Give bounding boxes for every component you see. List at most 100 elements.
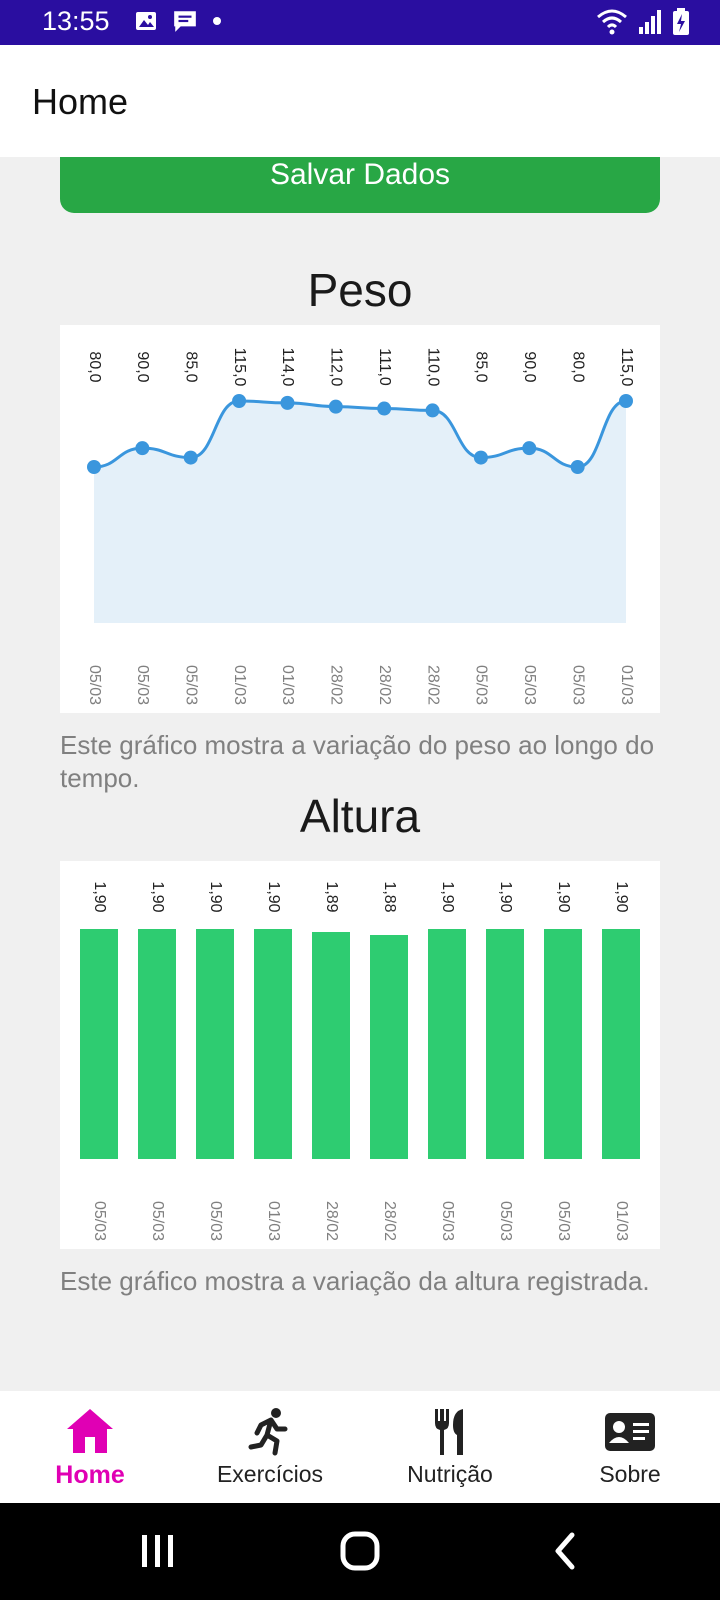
peso-data-point [473, 450, 488, 465]
peso-value-label: 112,0 [328, 348, 345, 387]
altura-x-tick-label: 28/02 [323, 1201, 340, 1241]
home-circle-icon[interactable] [340, 1531, 380, 1571]
peso-x-tick-label: 05/03 [182, 665, 199, 705]
nav-label-sobre: Sobre [599, 1461, 661, 1487]
home-icon [67, 1409, 113, 1453]
peso-chart-caption: Este gráfico mostra a variação do peso a… [60, 730, 655, 793]
nav-item-home[interactable]: Home [0, 1391, 180, 1503]
altura-bar [196, 929, 234, 1159]
peso-chart: 80,0 05/03 90,0 05/03 85,0 05/03 115,0 01/03 114… [86, 348, 635, 706]
recents-icon[interactable] [140, 1531, 176, 1571]
altura-bar [254, 929, 292, 1159]
status-time: 13:55 [42, 6, 110, 36]
peso-value-label: 90,0 [134, 351, 151, 382]
bottom-navigation: Home Exercícios Nutrição Sobre [0, 1391, 720, 1503]
peso-data-point [619, 394, 633, 408]
peso-value-label: 111,0 [376, 348, 393, 386]
peso-data-point [522, 441, 537, 456]
peso-value-label: 80,0 [569, 351, 586, 382]
peso-data-point [232, 394, 247, 408]
altura-value-label: 1,90 [149, 881, 166, 912]
wifi-icon [597, 9, 627, 35]
altura-x-tick-label: 05/03 [555, 1201, 572, 1241]
peso-x-tick-label: 05/03 [569, 665, 586, 705]
peso-x-tick-label: 05/03 [86, 665, 103, 705]
peso-data-point [425, 403, 440, 418]
peso-data-point [183, 450, 198, 465]
altura-value-label: 1,89 [323, 881, 340, 912]
peso-data-point [135, 441, 150, 456]
altura-bar [370, 935, 408, 1159]
image-icon [136, 12, 156, 30]
peso-data-point [87, 460, 101, 474]
page-title: Home [32, 81, 129, 122]
altura-x-tick-label: 05/03 [207, 1201, 224, 1241]
peso-x-tick-label: 05/03 [473, 665, 490, 705]
peso-x-tick-label: 01/03 [279, 665, 296, 705]
message-icon [174, 11, 196, 32]
altura-chart-title: Altura [299, 790, 421, 842]
peso-value-label: 85,0 [473, 351, 490, 382]
altura-bar [312, 932, 350, 1159]
peso-x-tick-label: 01/03 [618, 665, 635, 705]
altura-x-tick-label: 01/03 [265, 1201, 282, 1241]
peso-value-label: 80,0 [86, 351, 103, 382]
nav-item-sobre[interactable]: Sobre [540, 1391, 720, 1503]
altura-x-tick-label: 05/03 [497, 1201, 514, 1241]
peso-x-tick-label: 05/03 [521, 665, 538, 705]
altura-x-tick-label: 05/03 [91, 1201, 108, 1241]
altura-x-tick-label: 01/03 [613, 1201, 630, 1241]
fork-knife-icon [435, 1409, 463, 1455]
peso-chart-card: 80,0 05/03 90,0 05/03 85,0 05/03 115,0 01/03 114… [60, 325, 660, 713]
peso-data-point [280, 395, 295, 410]
peso-area-fill [94, 401, 626, 623]
contact-card-icon [605, 1413, 655, 1451]
altura-x-tick-label: 05/03 [149, 1201, 166, 1241]
back-icon[interactable] [550, 1531, 580, 1571]
altura-bar [428, 929, 466, 1159]
signal-icon [639, 10, 661, 34]
nav-item-nutricao[interactable]: Nutrição [360, 1391, 540, 1503]
altura-value-label: 1,88 [381, 881, 398, 912]
altura-bar [486, 929, 524, 1159]
altura-bar [138, 929, 176, 1159]
altura-value-label: 1,90 [91, 881, 108, 912]
altura-bar [602, 929, 640, 1159]
altura-x-tick-label: 28/02 [381, 1201, 398, 1241]
altura-value-label: 1,90 [555, 881, 572, 912]
peso-x-tick-label: 01/03 [231, 665, 248, 705]
altura-value-label: 1,90 [265, 881, 282, 912]
battery-charging-icon [673, 8, 689, 35]
status-bar: 13:55 [0, 0, 720, 45]
nav-item-exercicios[interactable]: Exercícios [180, 1391, 360, 1503]
peso-x-tick-label: 28/02 [376, 665, 393, 705]
peso-x-tick-label: 05/03 [134, 665, 151, 705]
peso-x-tick-label: 28/02 [424, 665, 441, 705]
altura-chart: 1,90 05/03 1,90 05/03 1,90 05/03 1,90 01/03 1,89… [80, 881, 640, 1241]
altura-value-label: 1,90 [439, 881, 456, 912]
altura-value-label: 1,90 [207, 881, 224, 912]
altura-chart-card: 1,90 05/03 1,90 05/03 1,90 05/03 1,90 01/03 1,89… [60, 861, 660, 1249]
save-data-button[interactable]: Salvar Dados [60, 157, 660, 213]
peso-chart-title: Peso [307, 264, 413, 316]
dot-icon [213, 17, 221, 25]
peso-value-label: 85,0 [182, 351, 199, 382]
nav-label-exercicios: Exercícios [216, 1461, 324, 1487]
altura-value-label: 1,90 [497, 881, 514, 912]
nav-label-nutricao: Nutrição [407, 1461, 493, 1487]
nav-label-home: Home [55, 1461, 125, 1489]
altura-bar [80, 929, 118, 1159]
peso-data-point [328, 399, 343, 414]
status-system-icons [596, 8, 690, 36]
content-scroll-area[interactable]: Salvar Dados Peso 80,0 05/03 90,0 05/03 85,0… [0, 157, 720, 1391]
peso-data-point [377, 401, 392, 416]
altura-value-label: 1,90 [613, 881, 630, 912]
peso-value-label: 115,0 [618, 348, 635, 387]
peso-value-label: 90,0 [521, 351, 538, 382]
altura-x-tick-label: 05/03 [439, 1201, 456, 1241]
app-bar: Home [0, 45, 720, 157]
altura-chart-caption: Este gráfico mostra a variação da altura… [60, 1266, 650, 1296]
altura-bar [544, 929, 582, 1159]
peso-data-point [570, 460, 585, 474]
peso-value-label: 115,0 [231, 348, 248, 387]
